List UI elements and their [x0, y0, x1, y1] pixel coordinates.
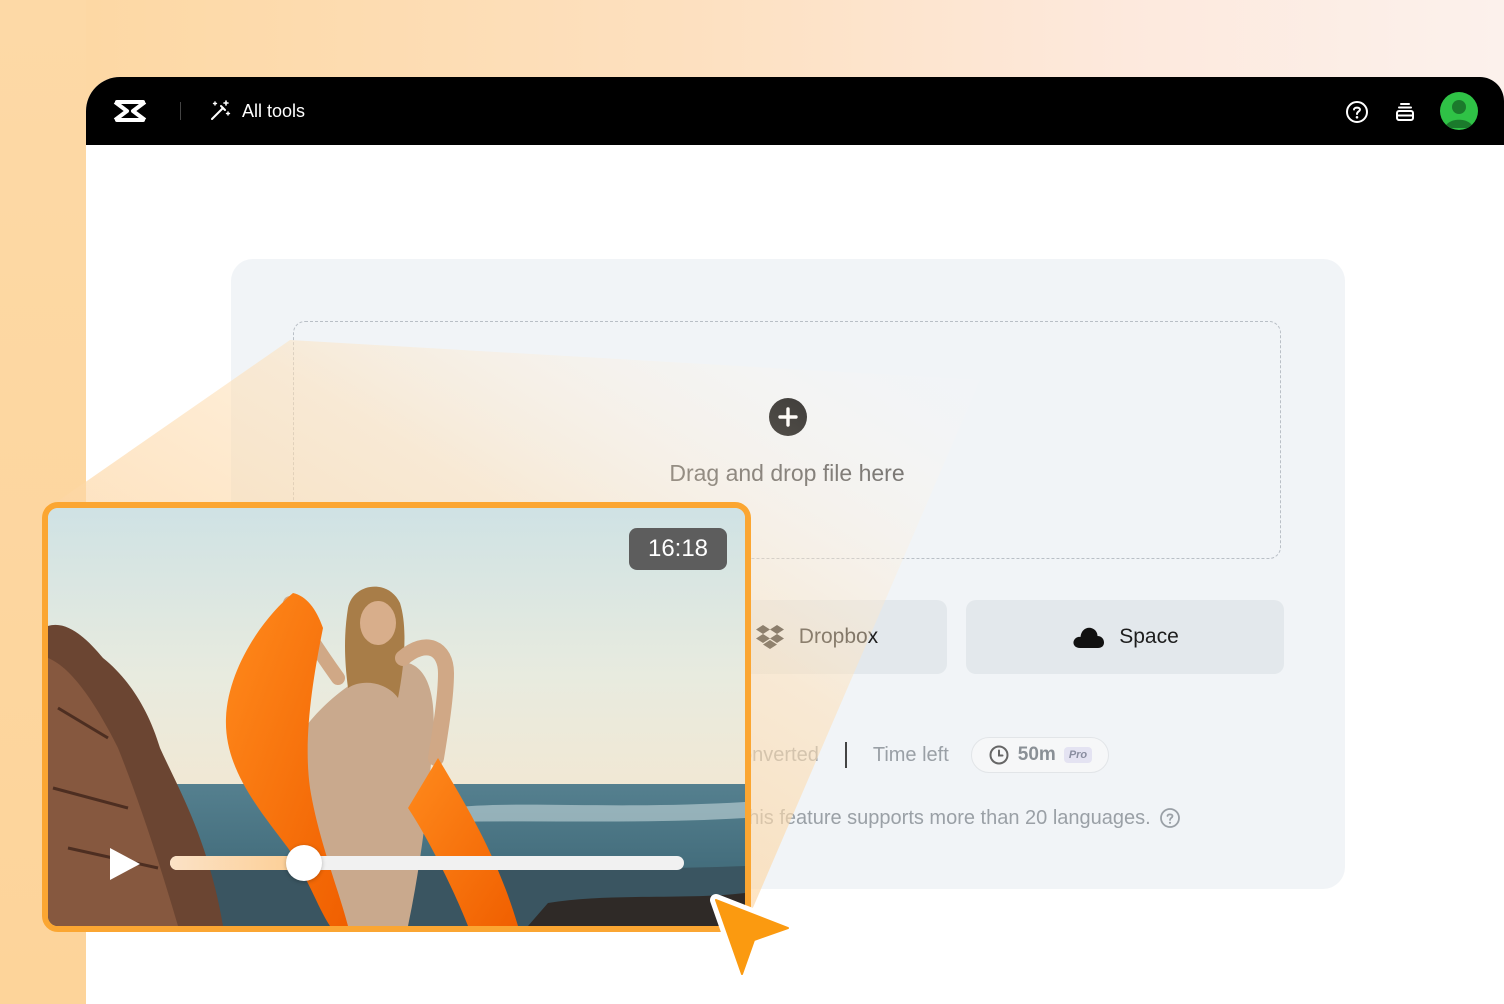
stack-icon[interactable]: [1392, 99, 1418, 125]
cloud-icon: [1073, 627, 1105, 648]
languages-note: This feature supports more than 20 langu…: [736, 803, 1181, 833]
magic-wand-icon: [211, 100, 231, 120]
space-button[interactable]: Space: [966, 600, 1284, 674]
plus-circle-icon[interactable]: [769, 398, 807, 436]
usage-stats: converted Time left 50m Pro: [731, 737, 1110, 773]
progress-fill: [170, 856, 304, 870]
progress-track[interactable]: [170, 845, 684, 881]
topbar-divider: [180, 102, 181, 120]
stats-separator: [844, 742, 847, 768]
drop-text: Drag and drop file here: [669, 460, 905, 486]
video-timestamp: 16:18: [629, 528, 727, 570]
cursor-pointer-icon: [710, 894, 794, 980]
help-icon[interactable]: [1344, 99, 1370, 125]
top-bar: All tools: [86, 77, 1504, 145]
time-left-pill[interactable]: 50m Pro: [970, 737, 1110, 773]
progress-handle[interactable]: [285, 845, 322, 881]
time-left-value: 50m: [1017, 744, 1056, 765]
play-icon[interactable]: [106, 846, 142, 882]
all-tools-label: All tools: [242, 100, 306, 121]
pro-badge: Pro: [1063, 747, 1093, 763]
all-tools-button[interactable]: All tools: [208, 98, 305, 124]
space-label: Space: [1119, 625, 1179, 648]
languages-note-text: This feature supports more than 20 langu…: [736, 806, 1151, 829]
dropbox-icon: [755, 625, 784, 649]
user-icon: [1445, 100, 1473, 128]
capcut-logo-icon[interactable]: [112, 97, 148, 125]
time-left-label: Time left: [872, 743, 949, 766]
help-icon[interactable]: [1159, 807, 1181, 829]
video-preview[interactable]: 16:18: [42, 502, 751, 932]
dropbox-label: Dropbox: [798, 625, 879, 648]
avatar[interactable]: [1440, 92, 1478, 130]
clock-icon: [989, 745, 1009, 765]
